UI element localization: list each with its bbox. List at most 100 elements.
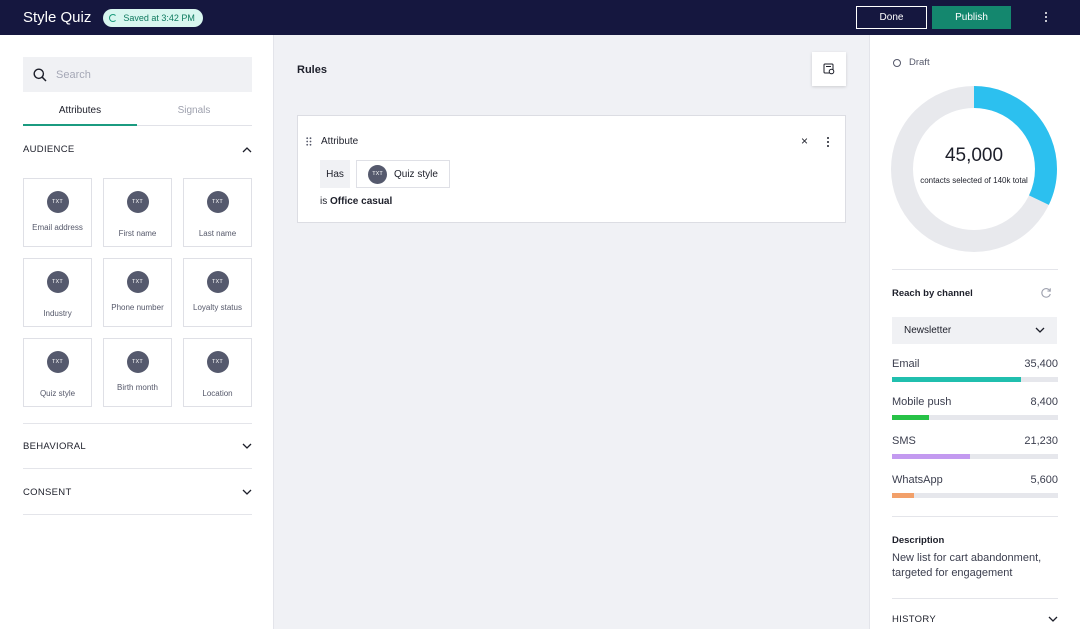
contacts-donut-chart (891, 86, 1057, 252)
channel-bar-fill (892, 415, 929, 420)
refresh-icon[interactable] (1040, 287, 1052, 299)
attribute-tile-loyalty-status[interactable]: TXT Loyalty status (183, 258, 252, 327)
contacts-count: 45,000 (944, 145, 1004, 166)
close-icon[interactable]: × (801, 134, 808, 148)
attribute-tile-last-name[interactable]: TXT Last name (183, 178, 252, 247)
saved-status-badge: Saved at 3:42 PM (103, 8, 203, 27)
text-type-icon: TXT (206, 191, 229, 213)
status-indicator: Draft (893, 57, 930, 68)
channel-row-whatsapp: WhatsApp 5,600 (892, 474, 1058, 498)
rule-type-label: Attribute (321, 136, 359, 147)
spinner-icon (109, 13, 118, 22)
section-consent-header[interactable]: CONSENT (23, 484, 252, 500)
channel-bar-track (892, 377, 1058, 382)
search-box[interactable] (23, 57, 252, 92)
attribute-chip[interactable]: TXT Quiz style (356, 160, 450, 188)
search-icon (33, 68, 47, 82)
text-type-icon: TXT (206, 351, 229, 373)
text-type-icon: TXT (46, 351, 69, 373)
done-button[interactable]: Done (856, 6, 927, 29)
chevron-up-icon[interactable] (242, 146, 252, 153)
rules-title: Rules (297, 64, 327, 76)
attribute-tile-location[interactable]: TXT Location (183, 338, 252, 407)
tab-signals[interactable]: Signals (137, 105, 251, 125)
rules-panel: Rules Attribute × Has TXT Quiz style is … (275, 35, 869, 629)
operator-chip[interactable]: Has (320, 160, 350, 188)
chevron-down-icon[interactable] (242, 489, 252, 496)
channel-value: 5,600 (1030, 474, 1058, 486)
rule-condition[interactable]: is Office casual (320, 196, 392, 207)
tile-label: Industry (43, 309, 72, 318)
text-type-icon: TXT (46, 191, 69, 213)
section-behavioral-header[interactable]: BEHAVIORAL (23, 438, 252, 454)
section-behavioral-label: BEHAVIORAL (23, 440, 87, 452)
search-input[interactable] (56, 68, 226, 81)
description-title: Description (892, 535, 945, 546)
status-dot-icon (893, 58, 901, 67)
channel-name: WhatsApp (892, 474, 943, 486)
divider (892, 516, 1058, 517)
tile-label: Quiz style (39, 389, 76, 398)
text-type-icon: TXT (368, 164, 387, 184)
channel-bar-track (892, 493, 1058, 498)
description-text: New list for cart abandonment, targeted … (892, 552, 1042, 579)
section-consent-label: CONSENT (23, 486, 72, 498)
history-section-header[interactable]: HISTORY (892, 614, 1058, 625)
divider (892, 598, 1058, 599)
drag-handle-icon[interactable] (306, 137, 312, 146)
calculator-button[interactable] (812, 52, 846, 86)
attribute-tile-first-name[interactable]: TXT First name (103, 178, 172, 247)
tile-label: Phone number (111, 303, 164, 312)
tab-attributes[interactable]: Attributes (23, 105, 137, 126)
contacts-subtitle: contacts selected of 140k total (920, 176, 1028, 185)
chevron-down-icon[interactable] (242, 443, 252, 450)
divider (23, 468, 252, 469)
tile-label: Loyalty status (193, 303, 242, 312)
tile-label: First name (118, 229, 157, 238)
tile-label: Last name (198, 229, 237, 238)
condition-prefix: is (320, 196, 328, 207)
channel-row-mobile-push: Mobile push 8,400 (892, 396, 1058, 420)
tile-label: Email address (32, 223, 83, 232)
attribute-chip-label: Quiz style (394, 168, 438, 180)
section-audience-label: AUDIENCE (23, 143, 75, 155)
publish-button[interactable]: Publish (932, 6, 1011, 29)
panel-tabs: Attributes Signals (23, 105, 252, 126)
attribute-tile-quiz-style[interactable]: TXT Quiz style (23, 338, 92, 407)
tile-label: Location (202, 389, 233, 398)
rule-more-options-icon[interactable] (826, 137, 830, 147)
reach-title: Reach by channel (892, 288, 973, 299)
channel-row-email: Email 35,400 (892, 358, 1058, 382)
channel-bar-track (892, 415, 1058, 420)
top-bar: Style Quiz Saved at 3:42 PM Done Publish (0, 0, 1080, 35)
section-audience-header[interactable]: AUDIENCE (23, 141, 252, 157)
channel-bar-fill (892, 493, 914, 498)
channel-value: 8,400 (1030, 396, 1058, 408)
text-type-icon: TXT (126, 351, 149, 373)
text-type-icon: TXT (206, 271, 229, 293)
channel-name: Email (892, 358, 920, 370)
channel-name: Mobile push (892, 396, 952, 408)
channel-select[interactable]: Newsletter (892, 317, 1057, 344)
attribute-tile-industry[interactable]: TXT Industry (23, 258, 92, 327)
divider (892, 269, 1058, 270)
attribute-tile-email-address[interactable]: TXT Email address (23, 178, 92, 247)
channel-bar-fill (892, 454, 971, 459)
status-text: Draft (909, 57, 930, 68)
tile-label: Birth month (117, 383, 158, 392)
divider (23, 423, 252, 424)
rule-card[interactable]: Attribute × Has TXT Quiz style is Office… (297, 115, 846, 223)
channel-value: 21,230 (1024, 435, 1058, 447)
condition-value: Office casual (330, 196, 393, 207)
more-options-icon[interactable] (1040, 9, 1052, 25)
divider (23, 514, 252, 515)
channel-row-sms: SMS 21,230 (892, 435, 1058, 459)
saved-status-text: Saved at 3:42 PM (123, 12, 195, 23)
summary-panel: Draft 45,000 contacts selected of 140k t… (869, 35, 1080, 629)
channel-bar-track (892, 454, 1058, 459)
attribute-tile-phone-number[interactable]: TXT Phone number (103, 258, 172, 327)
channel-value: 35,400 (1024, 358, 1058, 370)
attribute-tile-birth-month[interactable]: TXT Birth month (103, 338, 172, 407)
chevron-down-icon[interactable] (1048, 616, 1058, 623)
chevron-down-icon (1035, 327, 1045, 333)
